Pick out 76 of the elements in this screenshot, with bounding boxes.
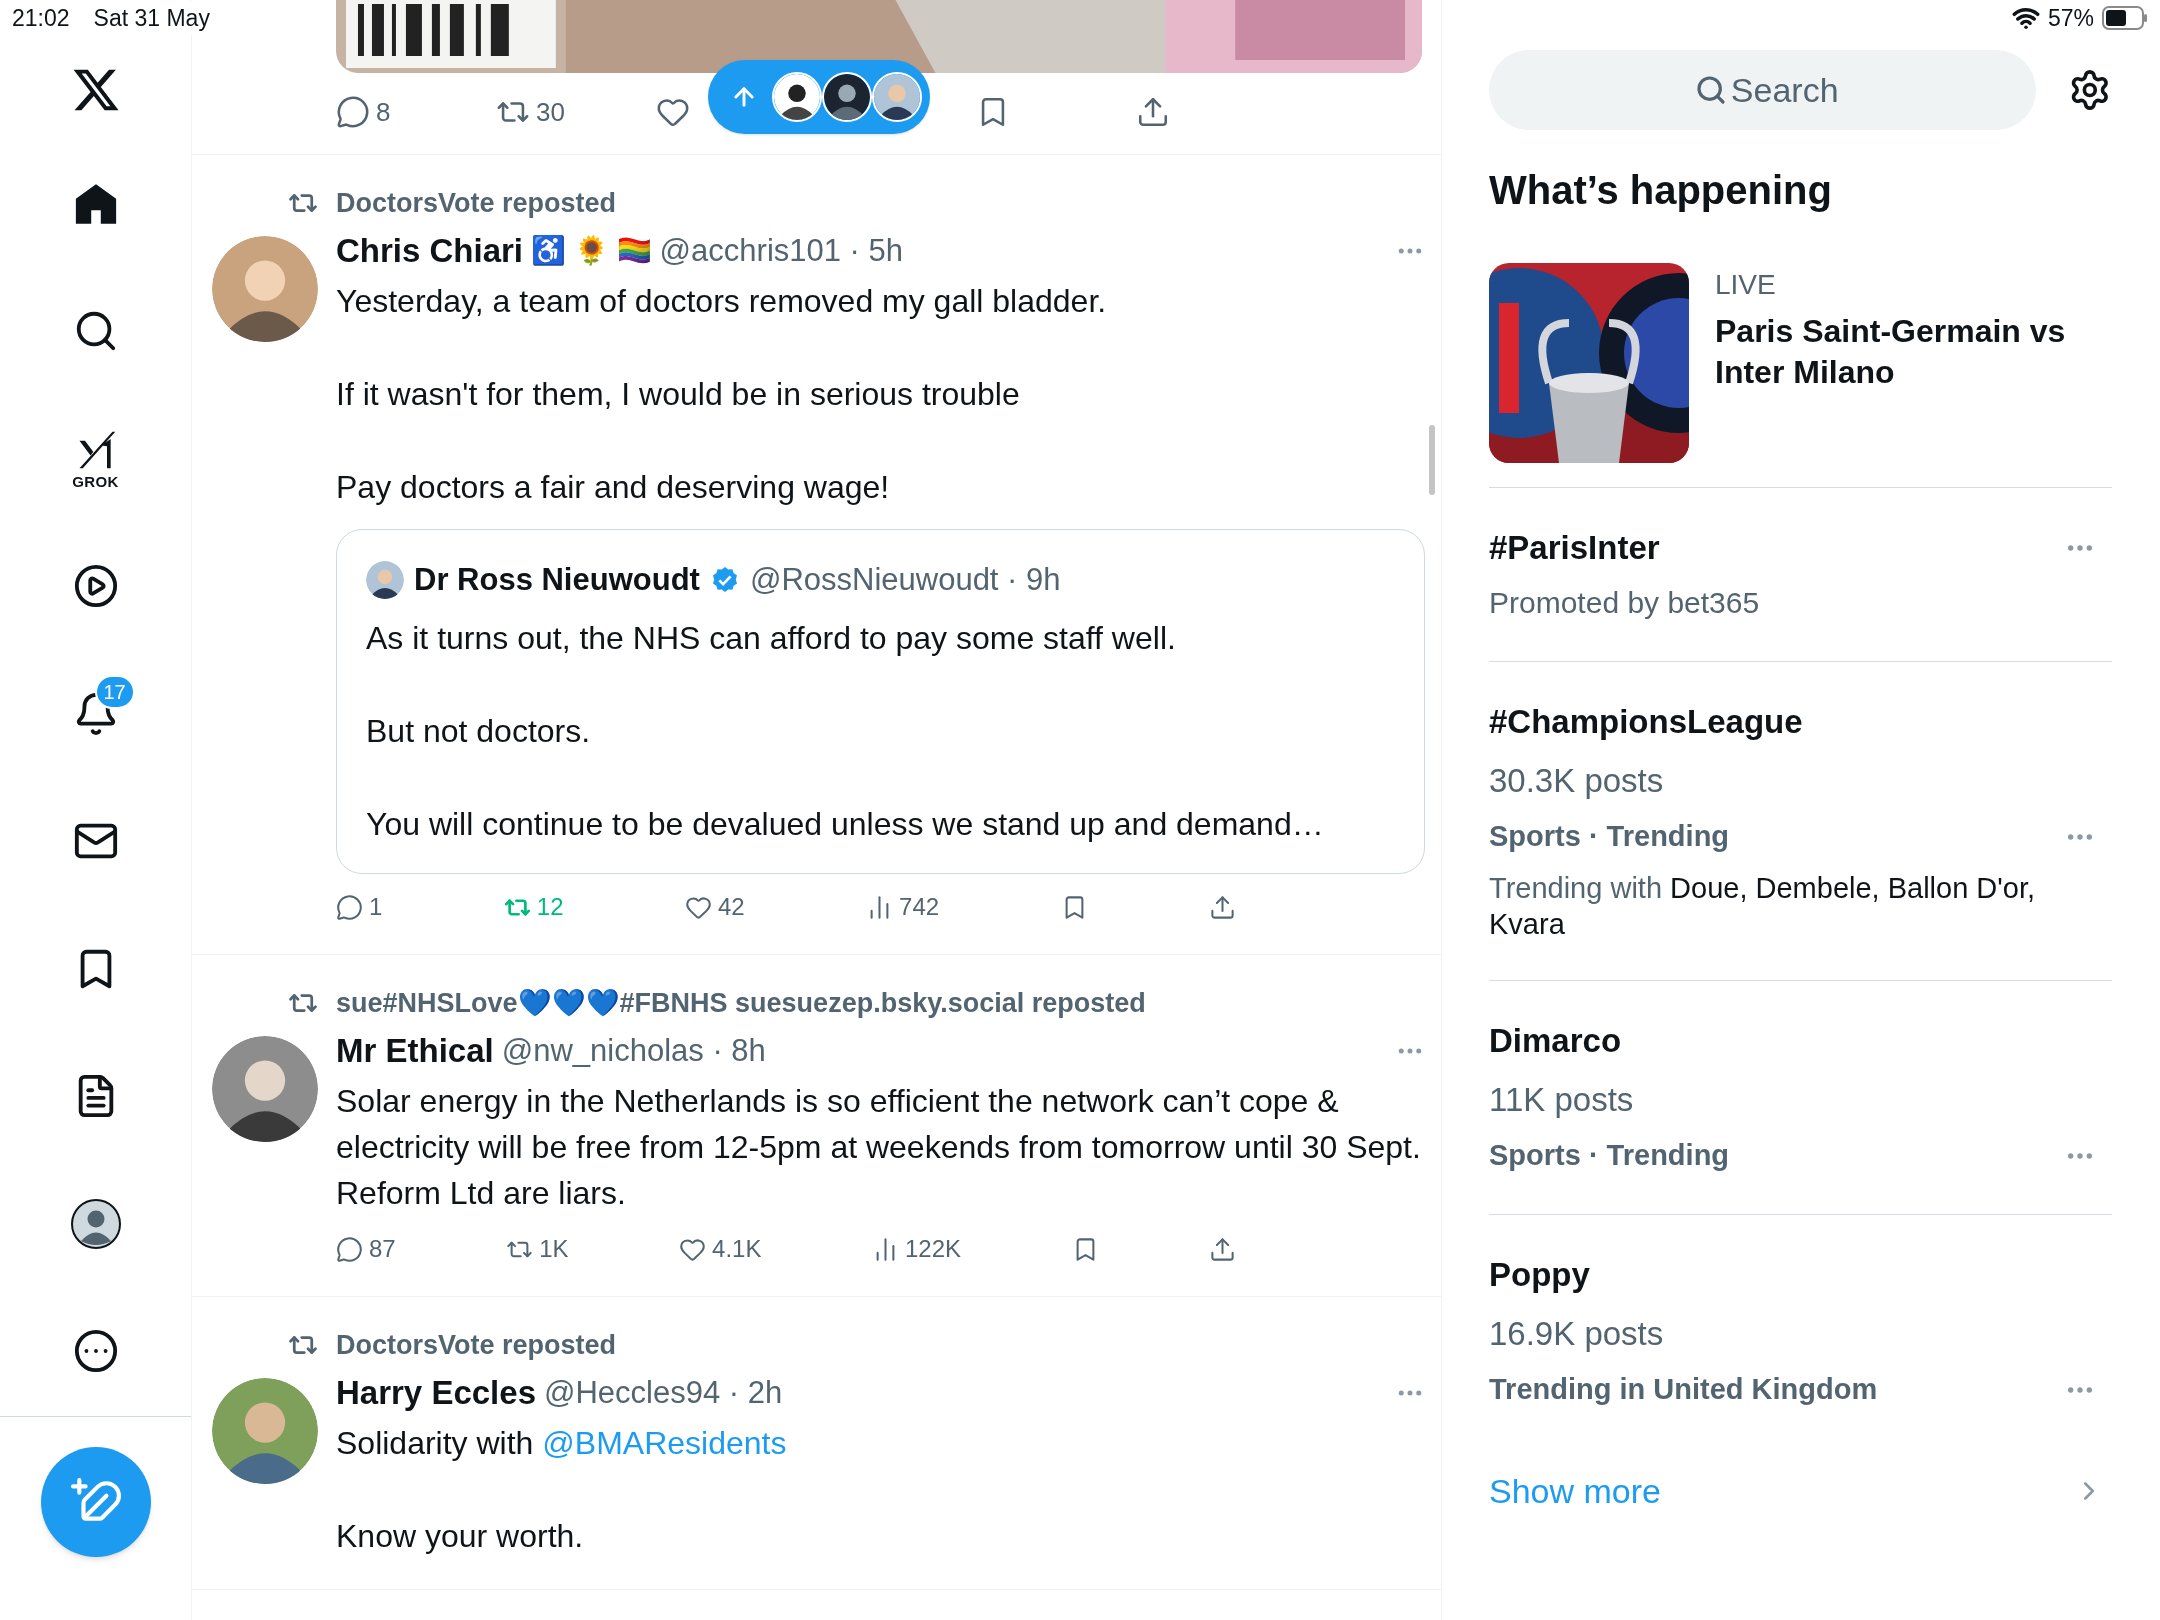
trend-category: Trending in United Kingdom bbox=[1489, 1372, 1878, 1408]
battery-icon bbox=[2102, 6, 2148, 30]
play-icon bbox=[72, 563, 119, 610]
author-name[interactable]: Chris Chiari bbox=[336, 226, 524, 276]
trend-title[interactable]: #ChampionsLeague bbox=[1489, 697, 1803, 747]
share-button[interactable] bbox=[1136, 95, 1170, 129]
avatar[interactable] bbox=[872, 72, 922, 122]
speech-bubble-icon bbox=[336, 1235, 363, 1263]
speech-bubble-icon bbox=[336, 893, 363, 921]
grok-nav-item[interactable]: GROK bbox=[72, 428, 119, 490]
quoted-text: But not doctors. bbox=[366, 712, 592, 751]
avatar[interactable] bbox=[212, 1036, 318, 1142]
post-text: Know your worth. bbox=[336, 1517, 585, 1556]
name-emoji: ♿ 🌻 🏳‍🌈 bbox=[531, 234, 652, 268]
post-count: 16.9K posts bbox=[1489, 1314, 1665, 1354]
post-text: Solidarity with @BMAResidents bbox=[336, 1424, 788, 1463]
share-icon bbox=[1209, 1235, 1236, 1263]
profile-nav-item[interactable] bbox=[70, 1198, 121, 1249]
post-text: If it wasn't for them, I would be in serious trouble bbox=[336, 375, 1021, 414]
quoted-text: As it turns out, the NHS can afford to pay some staff well. bbox=[366, 619, 1177, 658]
share-icon bbox=[1209, 893, 1236, 921]
like-button[interactable]: 4.1K bbox=[679, 1235, 762, 1263]
trend-title[interactable]: #ParisInter bbox=[1489, 523, 1660, 573]
more-nav-item[interactable] bbox=[72, 1328, 119, 1375]
post-text: Solar energy in the Netherlands is so efficient the network can’t cope & electricity will be free from 12-5pm at weekends from tomorrow until 30 Sept. Reform Ltd are liars. bbox=[336, 1082, 1422, 1213]
search-field[interactable]: Search bbox=[1489, 50, 2037, 130]
post-count: 30.3K posts bbox=[1489, 761, 1665, 801]
search-icon bbox=[1695, 74, 1727, 106]
status-date: Sat 31 May bbox=[93, 0, 210, 36]
author-name: Dr Ross Nieuwoudt bbox=[414, 560, 700, 599]
avatar[interactable] bbox=[366, 561, 404, 599]
more-icon bbox=[72, 1328, 119, 1375]
repost-button[interactable]: 1K bbox=[506, 1235, 569, 1263]
views-button[interactable]: 122K bbox=[871, 1235, 961, 1263]
share-icon bbox=[1136, 95, 1170, 129]
section-heading: What’s happening bbox=[1489, 168, 1833, 212]
repost-attribution[interactable]: DoctorsVote reposted bbox=[336, 1324, 617, 1366]
repost-attribution[interactable]: DoctorsVote reposted bbox=[336, 182, 617, 224]
reply-button[interactable]: 87 bbox=[336, 1235, 396, 1263]
speech-bubble-icon bbox=[336, 95, 370, 129]
author-handle: @acchris101 · 5h bbox=[659, 231, 904, 270]
post-text: Yesterday, a team of doctors removed my gall bladder. bbox=[336, 282, 1108, 321]
post-text: Pay doctors a fair and deserving wage! bbox=[336, 468, 891, 507]
notification-badge: 17 bbox=[94, 674, 135, 709]
post-count: 11K posts bbox=[1489, 1080, 1635, 1120]
quoted-post-card[interactable]: Dr Ross Nieuwoudt @RossNieuwoudt · 9h As it turns out, the NHS can afford to pay some staff well. But not doctors. You will continue to be devalued unless we stand up and demand… bbox=[336, 529, 1425, 874]
avatar[interactable] bbox=[772, 72, 822, 122]
reply-button[interactable]: 8 bbox=[336, 95, 391, 129]
new-posts-button[interactable] bbox=[708, 60, 930, 134]
author-handle: @RossNieuwoudt · 9h bbox=[749, 560, 1061, 599]
trend-title[interactable]: Dimarco bbox=[1489, 1016, 1622, 1066]
trending-with-text: Trending with Doue, Dembele, Ballon D'or, Kvara bbox=[1489, 871, 2037, 942]
views-button[interactable]: 742 bbox=[866, 893, 940, 921]
scrollbar[interactable] bbox=[1429, 425, 1435, 495]
trend-title[interactable]: Poppy bbox=[1489, 1250, 1590, 1300]
author-name[interactable]: Mr Ethical bbox=[336, 1026, 494, 1076]
live-label: LIVE bbox=[1715, 268, 1777, 302]
share-button[interactable] bbox=[1209, 893, 1236, 921]
avatar-icon bbox=[70, 1198, 121, 1249]
repost-attribution[interactable]: sue#NHSLove💙💙💙#FBNHS suesuezep.bsky.social reposted bbox=[336, 982, 1146, 1024]
video-nav-item[interactable] bbox=[72, 563, 119, 610]
repost-button[interactable]: 30 bbox=[496, 95, 565, 129]
author-name[interactable]: Harry Eccles bbox=[336, 1368, 536, 1418]
author-handle: @Heccles94 · 2h bbox=[544, 1373, 783, 1412]
avatar[interactable] bbox=[212, 236, 318, 342]
promoted-label: Promoted by bet365 bbox=[1489, 585, 1761, 621]
reply-button[interactable]: 1 bbox=[336, 893, 383, 921]
quoted-text: You will continue to be devalued unless we stand up and demand… bbox=[366, 805, 1325, 844]
like-button[interactable]: 42 bbox=[684, 893, 745, 921]
trend-category: Sports · Trending bbox=[1489, 819, 1730, 855]
battery-percent: 57% bbox=[2047, 3, 2094, 33]
author-handle: @nw_nicholas · 8h bbox=[501, 1031, 766, 1070]
trend-category: Sports · Trending bbox=[1489, 1138, 1730, 1174]
share-button[interactable] bbox=[1209, 1235, 1236, 1263]
avatar[interactable] bbox=[822, 72, 872, 122]
event-title[interactable]: Paris Saint-Germain vs Inter Milano bbox=[1715, 311, 2112, 393]
